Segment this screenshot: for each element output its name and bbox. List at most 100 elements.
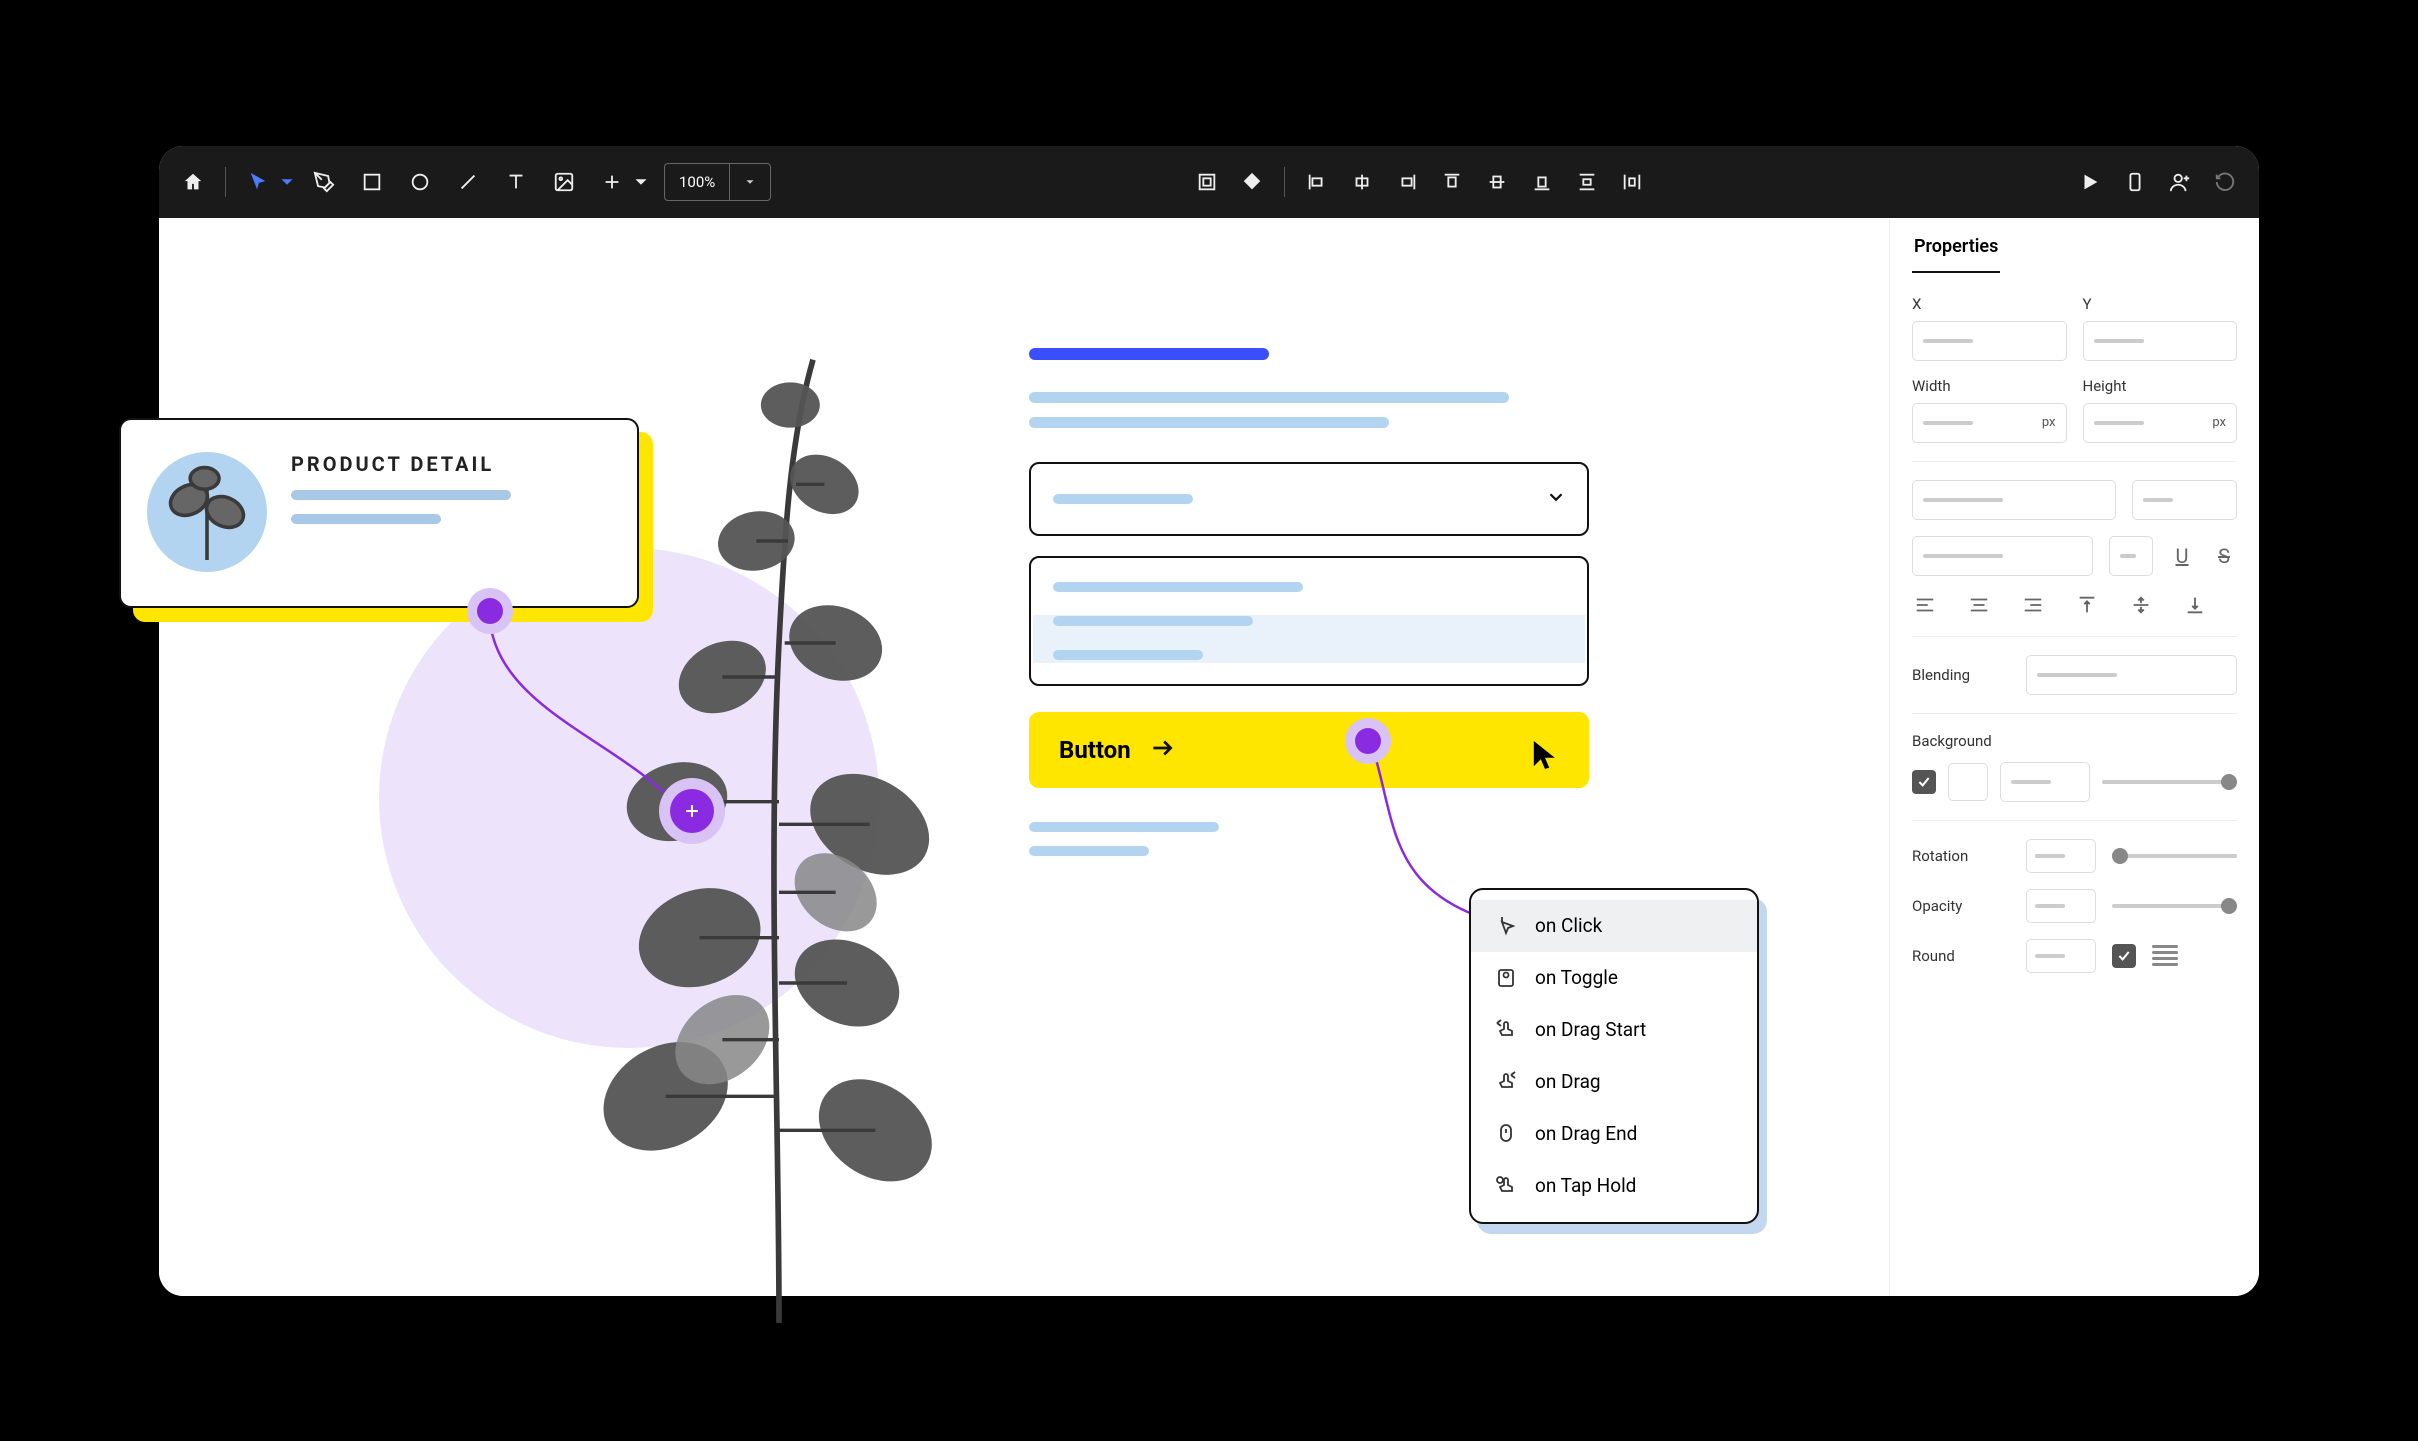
top-toolbar: 100% [159, 146, 2259, 218]
font-family-input[interactable] [1912, 480, 2116, 520]
zoom-dropdown[interactable] [730, 164, 770, 200]
select-tool-dropdown[interactable] [276, 160, 298, 204]
align-bottom-button[interactable] [1520, 160, 1564, 204]
text-align-center-icon[interactable] [1966, 592, 1992, 618]
card-title: PRODUCT DETAIL [291, 452, 611, 476]
distribute-v-button[interactable] [1565, 160, 1609, 204]
card-thumbnail [147, 452, 267, 572]
rotation-label: Rotation [1912, 847, 2010, 865]
text-align-left-icon[interactable] [1912, 592, 1938, 618]
zoom-control[interactable]: 100% [664, 163, 771, 201]
primary-button[interactable]: Button [1029, 712, 1589, 788]
rotation-slider[interactable] [2112, 854, 2237, 858]
text-placeholder [1029, 822, 1219, 832]
interaction-node[interactable] [1355, 728, 1381, 754]
text-align-right-icon[interactable] [2020, 592, 2046, 618]
round-input[interactable] [2026, 939, 2096, 973]
placeholder-line [291, 514, 441, 524]
component-button[interactable] [1185, 160, 1229, 204]
opacity-label: Opacity [1912, 897, 2010, 915]
rotation-input[interactable] [2026, 839, 2096, 873]
properties-tab[interactable]: Properties [1912, 218, 2000, 273]
round-corners-icon[interactable] [2152, 945, 2178, 967]
device-button[interactable] [2113, 160, 2157, 204]
strikethrough-button[interactable]: S [2211, 543, 2237, 569]
add-tool-dropdown[interactable] [630, 160, 652, 204]
background-label: Background [1912, 732, 2237, 750]
event-option-drag-start[interactable]: on Drag Start [1471, 1004, 1757, 1056]
drag-start-icon [1493, 1017, 1519, 1043]
text-placeholder [1029, 392, 1509, 403]
arrow-right-icon [1149, 735, 1175, 765]
align-top-button[interactable] [1430, 160, 1474, 204]
font-size-input[interactable] [2132, 480, 2237, 520]
textarea-field[interactable] [1029, 556, 1589, 686]
pen-tool[interactable] [302, 160, 346, 204]
event-option-drag[interactable]: on Drag [1471, 1056, 1757, 1108]
blending-label: Blending [1912, 666, 2010, 684]
width-label: Width [1912, 377, 2067, 395]
event-trigger-menu: on Click on Toggle on Drag Start on Drag… [1469, 888, 1759, 1224]
placeholder-line [291, 490, 511, 500]
select-tool[interactable] [236, 160, 280, 204]
zoom-value: 100% [665, 164, 730, 200]
opacity-slider[interactable] [2112, 904, 2237, 908]
align-right-button[interactable] [1385, 160, 1429, 204]
chevron-down-icon [1545, 486, 1567, 512]
product-detail-card[interactable]: PRODUCT DETAIL [119, 418, 639, 608]
distribute-h-button[interactable] [1610, 160, 1654, 204]
button-label: Button [1059, 736, 1131, 764]
font-weight-input[interactable] [1912, 536, 2093, 576]
text-tool[interactable] [494, 160, 538, 204]
image-tool[interactable] [542, 160, 586, 204]
opacity-input[interactable] [2026, 889, 2096, 923]
text-placeholder [1029, 846, 1149, 856]
align-left-button[interactable] [1295, 160, 1339, 204]
width-input[interactable]: px [1912, 403, 2067, 443]
text-align-top-icon[interactable] [2074, 592, 2100, 618]
event-option-drag-end[interactable]: on Drag End [1471, 1108, 1757, 1160]
line-tool[interactable] [446, 160, 490, 204]
dropdown-field[interactable] [1029, 462, 1589, 536]
ellipse-tool[interactable] [398, 160, 442, 204]
underline-button[interactable]: U [2169, 543, 2195, 569]
event-option-tap-hold[interactable]: on Tap Hold [1471, 1160, 1757, 1212]
event-option-click[interactable]: on Click [1471, 900, 1757, 952]
pointer-click-icon [1493, 913, 1519, 939]
canvas[interactable]: PRODUCT DETAIL [159, 218, 1889, 1296]
background-color-swatch[interactable] [1948, 763, 1988, 801]
undo-button[interactable] [2203, 160, 2247, 204]
play-button[interactable] [2068, 160, 2112, 204]
add-tool[interactable] [590, 160, 634, 204]
round-checkbox[interactable] [2112, 944, 2136, 968]
background-checkbox[interactable] [1912, 770, 1936, 794]
text-align-bottom-icon[interactable] [2182, 592, 2208, 618]
height-input[interactable]: px [2083, 403, 2238, 443]
round-label: Round [1912, 947, 2010, 965]
background-opacity-slider[interactable] [2102, 780, 2237, 784]
interaction-node[interactable] [477, 598, 503, 624]
y-input[interactable] [2083, 321, 2238, 361]
x-input[interactable] [1912, 321, 2067, 361]
share-button[interactable] [2158, 160, 2202, 204]
blending-input[interactable] [2026, 655, 2237, 695]
font-style-input[interactable] [2109, 536, 2153, 576]
drag-icon [1493, 1069, 1519, 1095]
home-button[interactable] [171, 160, 215, 204]
cursor-icon [1531, 738, 1559, 776]
x-label: X [1912, 295, 2067, 313]
event-option-toggle[interactable]: on Toggle [1471, 952, 1757, 1004]
text-align-middle-icon[interactable] [2128, 592, 2154, 618]
align-center-v-button[interactable] [1475, 160, 1519, 204]
form-mock: Button [1029, 348, 1589, 870]
mask-button[interactable] [1230, 160, 1274, 204]
toggle-icon [1493, 965, 1519, 991]
tap-hold-icon [1493, 1173, 1519, 1199]
add-interaction-node[interactable] [670, 789, 714, 833]
background-color-input[interactable] [2000, 762, 2090, 802]
app-window: 100% [159, 146, 2259, 1296]
properties-panel: Properties X Y Width px Height px [1889, 218, 2259, 1296]
rectangle-tool[interactable] [350, 160, 394, 204]
align-center-h-button[interactable] [1340, 160, 1384, 204]
heading-placeholder [1029, 348, 1269, 360]
